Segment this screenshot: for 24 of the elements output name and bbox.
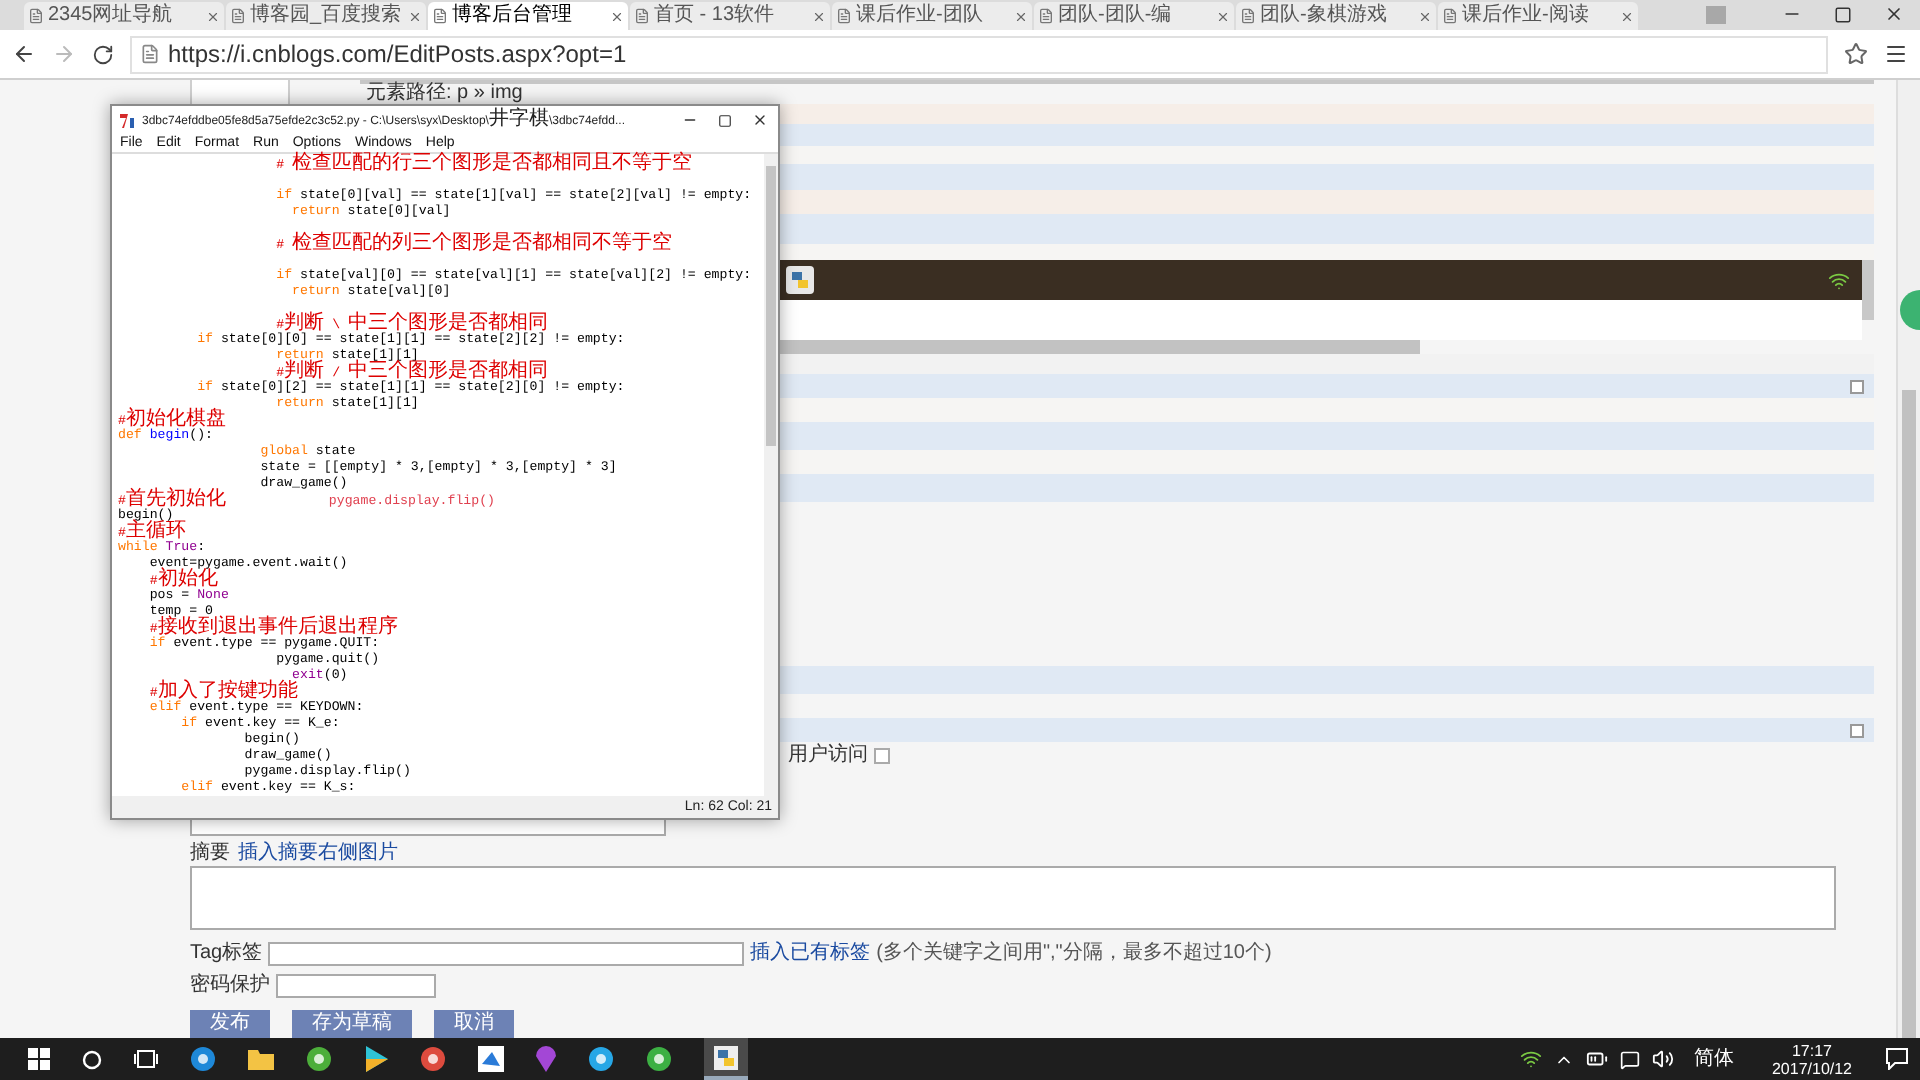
address-bar[interactable]: https://i.cnblogs.com/EditPosts.aspx?opt=1 <box>130 35 1828 73</box>
insert-image-link[interactable]: 插入摘要右侧图片 <box>238 844 398 864</box>
form-button[interactable]: 存为草稿 <box>292 1010 412 1038</box>
clock-date[interactable]: 2017/10/12 <box>1771 1059 1853 1077</box>
checkbox-label: 用户访问 <box>788 746 868 766</box>
browser-tab[interactable]: 首页 - 13软件 <box>630 2 830 30</box>
tag-hint: (多个关键字之间用","分隔，最多不超过10个) <box>876 944 1272 964</box>
password-label: 密码保护 <box>190 976 270 996</box>
browser-tab[interactable]: 博客园_百度搜索 <box>226 2 426 30</box>
insert-tag-link[interactable]: 插入已有标签 <box>750 944 871 964</box>
browser-tab[interactable]: 2345网址导航 <box>24 2 224 30</box>
url-text: https://i.cnblogs.com/EditPosts.aspx?opt=1 <box>168 38 627 72</box>
input-method[interactable]: 简体 <box>1694 1049 1734 1069</box>
browser-tab[interactable]: 课后作业-阅读 <box>1438 2 1638 30</box>
browser-tab[interactable]: 课后作业-团队 <box>832 2 1032 30</box>
browser-tab[interactable]: 团队-团队-编 <box>1034 2 1234 30</box>
browser-tab[interactable]: 博客后台管理 <box>428 2 628 30</box>
clock-time[interactable]: 17:17 <box>1791 1041 1833 1059</box>
browser-tab[interactable]: 团队-象棋游戏 <box>1236 2 1436 30</box>
form-button[interactable]: 取消 <box>434 1010 514 1038</box>
tag-label: Tag标签 <box>190 944 263 964</box>
element-path: 元素路径: p » img <box>364 84 523 104</box>
form-button[interactable]: 发布 <box>190 1010 270 1038</box>
summary-label: 摘要 <box>190 844 230 864</box>
